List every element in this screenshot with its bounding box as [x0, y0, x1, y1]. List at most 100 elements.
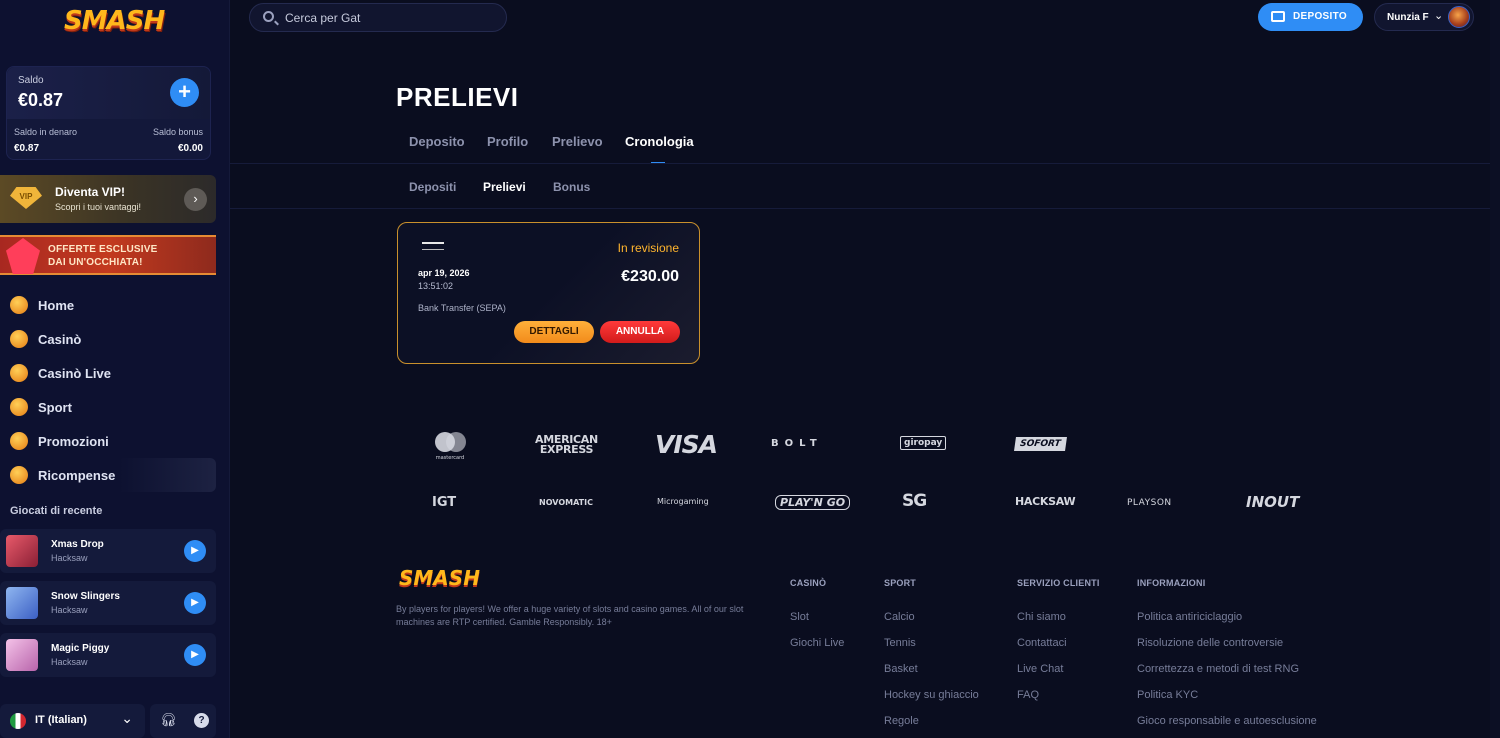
language-label: IT (Italian)	[35, 714, 87, 726]
footer-link[interactable]: Regole	[884, 715, 919, 727]
tabs-divider	[230, 163, 1490, 164]
wallet-icon	[1271, 11, 1285, 22]
footer-link[interactable]: Politica KYC	[1137, 689, 1198, 701]
home-icon	[10, 296, 28, 314]
vip-card[interactable]: VIP Diventa VIP! Scopri i tuoi vantaggi!…	[0, 175, 216, 223]
sg-logo: SG	[902, 491, 927, 511]
chevron-down-icon: ⌄	[121, 710, 133, 726]
spade-icon	[10, 330, 28, 348]
inout-logo: INOUT	[1246, 493, 1300, 511]
footer-link[interactable]: Politica antiriciclaggio	[1137, 611, 1242, 623]
sidebar-item-casino[interactable]: Casinò	[0, 322, 216, 356]
promo-banner[interactable]: OFFERTE ESCLUSIVE DAI UN'OCCHIATA!	[0, 235, 216, 275]
sidebar-item-label: Sport	[38, 399, 72, 415]
footer-link[interactable]: Correttezza e metodi di test RNG	[1137, 663, 1299, 675]
subtabs-divider	[230, 208, 1490, 209]
footer-link[interactable]: FAQ	[1017, 689, 1039, 701]
footer-link[interactable]: Basket	[884, 663, 918, 675]
promo-text: OFFERTE ESCLUSIVE DAI UN'OCCHIATA!	[48, 243, 158, 269]
medal-icon	[10, 466, 28, 484]
search-input[interactable]: Cerca per Gat	[249, 3, 507, 32]
subtab-prelievi[interactable]: Prelievi	[483, 180, 526, 194]
footer-link[interactable]: Hockey su ghiaccio	[884, 689, 979, 701]
footer-link[interactable]: Slot	[790, 611, 809, 623]
mastercard-icon	[445, 432, 466, 452]
tab-prelievo[interactable]: Prelievo	[552, 134, 603, 149]
playngo-logo: PLAY'N GO	[775, 495, 851, 510]
sidebar: SMASH Saldo €0.87 + Saldo in denaro €0.8…	[0, 0, 230, 738]
tab-cronologia[interactable]: Cronologia	[625, 134, 694, 149]
sidebar-item-label: Home	[38, 297, 75, 313]
vip-diamond-icon: VIP	[10, 187, 42, 209]
subtab-bonus[interactable]: Bonus	[553, 180, 590, 194]
sidebar-item-label: Casinò Live	[38, 365, 111, 381]
subtab-depositi[interactable]: Depositi	[409, 180, 456, 194]
bonus-balance-label: Saldo bonus	[152, 127, 203, 137]
game-thumbnail	[6, 535, 38, 567]
mastercard-text: mastercard	[435, 455, 465, 461]
recent-game[interactable]: Snow Slingers Hacksaw ▶	[0, 581, 216, 625]
sidebar-item-label: Promozioni	[38, 433, 109, 449]
game-provider: Hacksaw	[51, 605, 88, 615]
details-button[interactable]: DETTAGLI	[514, 321, 594, 343]
cash-balance-value: €0.87	[14, 143, 40, 154]
footer-link[interactable]: Giochi Live	[790, 637, 844, 649]
sofort-logo: SOFORT	[1014, 437, 1067, 451]
game-name: Magic Piggy	[51, 643, 110, 654]
vip-subtitle: Scopri i tuoi vantaggi!	[55, 202, 142, 212]
sidebar-item-home[interactable]: Home	[0, 288, 216, 322]
gem-icon	[6, 238, 40, 274]
user-name: Nunzia F	[1387, 12, 1429, 23]
sidebar-item-casino-live[interactable]: Casinò Live	[0, 356, 216, 390]
chevron-right-icon[interactable]: ›	[184, 188, 207, 211]
amex-logo: AMERICAN EXPRESS	[535, 434, 598, 455]
sidebar-item-ricompense[interactable]: Ricompense	[0, 458, 216, 492]
brand-logo[interactable]: SMASH	[64, 6, 165, 36]
headset-icon[interactable]: 🎧︎	[160, 712, 177, 728]
bonus-balance-value: €0.00	[177, 143, 203, 154]
play-icon[interactable]: ▶	[184, 540, 206, 562]
play-icon[interactable]: ▶	[184, 644, 206, 666]
play-icon[interactable]: ▶	[184, 592, 206, 614]
cash-balance-label: Saldo in denaro	[14, 127, 78, 137]
footer-col-title: SPORT	[884, 578, 917, 588]
sidebar-item-sport[interactable]: Sport	[0, 390, 216, 424]
game-provider: Hacksaw	[51, 553, 88, 563]
sidebar-item-promozioni[interactable]: Promozioni	[0, 424, 216, 458]
game-provider: Hacksaw	[51, 657, 88, 667]
help-icon[interactable]: ?	[194, 713, 209, 728]
vip-title: Diventa VIP!	[55, 185, 126, 199]
footer-link[interactable]: Gioco responsabile e autoesclusione	[1137, 715, 1317, 727]
footer-link[interactable]: Calcio	[884, 611, 915, 623]
status-badge: In revisione	[617, 241, 679, 255]
italy-flag-icon	[10, 713, 26, 729]
footer-link[interactable]: Chi siamo	[1017, 611, 1066, 623]
withdrawal-time: 13:51:02	[418, 281, 454, 291]
avatar[interactable]	[1448, 6, 1470, 28]
recent-game[interactable]: Xmas Drop Hacksaw ▶	[0, 529, 216, 573]
footer-col-title: INFORMAZIONI	[1137, 578, 1206, 588]
promo-line-2: DAI UN'OCCHIATA!	[48, 257, 143, 268]
giropay-logo: giropay	[900, 436, 947, 450]
balance-card: Saldo €0.87 + Saldo in denaro €0.87 Sald…	[6, 66, 211, 160]
withdrawal-card: In revisione apr 19, 2026 13:51:02 €230.…	[397, 222, 700, 364]
tab-deposito[interactable]: Deposito	[409, 134, 465, 149]
tab-profilo[interactable]: Profilo	[487, 134, 528, 149]
footer-link[interactable]: Contattaci	[1017, 637, 1067, 649]
footer-link[interactable]: Risoluzione delle controversie	[1137, 637, 1283, 649]
recent-game[interactable]: Magic Piggy Hacksaw ▶	[0, 633, 216, 677]
user-menu[interactable]: Nunzia F ⌄	[1374, 3, 1474, 31]
scrollbar[interactable]	[1490, 0, 1500, 738]
mastercard-logo: mastercard	[433, 432, 467, 461]
footer-logo[interactable]: SMASH	[399, 566, 480, 590]
footer-link[interactable]: Live Chat	[1017, 663, 1063, 675]
sidebar-nav: Home Casinò Casinò Live Sport Promozioni…	[0, 288, 216, 492]
deposit-button[interactable]: DEPOSITO	[1258, 3, 1363, 31]
support-bar: 🎧︎ ?	[150, 704, 216, 738]
promo-line-1: OFFERTE ESCLUSIVE	[48, 244, 158, 255]
add-funds-button[interactable]: +	[170, 78, 199, 107]
cancel-button[interactable]: ANNULLA	[600, 321, 680, 343]
language-selector[interactable]: IT (Italian) ⌄	[0, 704, 145, 738]
plus-icon: +	[178, 79, 191, 104]
footer-link[interactable]: Tennis	[884, 637, 916, 649]
